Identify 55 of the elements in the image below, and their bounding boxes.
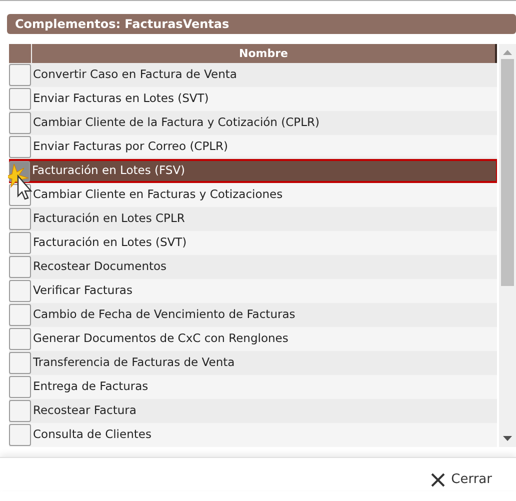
table-row[interactable]: Recostear Factura bbox=[9, 399, 497, 423]
row-label: Facturación en Lotes (FSV) bbox=[32, 162, 186, 180]
row-label: Cambiar Cliente de la Factura y Cotización (CPLR) bbox=[33, 114, 320, 132]
row-checkbox[interactable] bbox=[9, 328, 31, 350]
scrollbar[interactable] bbox=[499, 44, 516, 447]
row-checkbox[interactable] bbox=[9, 376, 31, 398]
row-checkbox[interactable] bbox=[9, 232, 31, 254]
row-label: Facturación en Lotes CPLR bbox=[33, 210, 185, 228]
row-checkbox[interactable] bbox=[9, 280, 31, 302]
row-label: Transferencia de Facturas de Venta bbox=[33, 354, 235, 372]
row-label: Enviar Facturas por Correo (CPLR) bbox=[33, 138, 228, 156]
row-checkbox[interactable] bbox=[9, 112, 31, 134]
row-label: Verificar Facturas bbox=[33, 282, 132, 300]
scrollbar-thumb[interactable] bbox=[501, 59, 514, 286]
row-checkbox[interactable] bbox=[9, 400, 31, 422]
row-checkbox[interactable] bbox=[9, 64, 31, 86]
table-row[interactable]: Consulta de Clientes bbox=[9, 423, 497, 447]
table-row[interactable]: Convertir Caso en Factura de Venta bbox=[9, 63, 497, 87]
row-label: Cambio de Fecha de Vencimiento de Facturas bbox=[33, 306, 296, 324]
row-label: Entrega de Facturas bbox=[33, 378, 148, 396]
column-header[interactable]: Nombre bbox=[32, 44, 497, 63]
row-checkbox[interactable] bbox=[9, 424, 31, 446]
row-checkbox[interactable] bbox=[9, 304, 31, 326]
table-row[interactable]: Verificar Facturas bbox=[9, 279, 497, 303]
close-icon bbox=[430, 472, 446, 488]
row-label: Facturación en Lotes (SVT) bbox=[33, 234, 187, 252]
header-cell bbox=[9, 44, 32, 63]
table-row[interactable]: Entrega de Facturas bbox=[9, 375, 497, 399]
panel-title: Complementos: FacturasVentas bbox=[7, 14, 516, 34]
table-row[interactable]: Enviar Facturas en Lotes (SVT) bbox=[9, 87, 497, 111]
row-checkbox[interactable] bbox=[9, 88, 31, 110]
row-label: Cambiar Cliente en Facturas y Cotizaciones bbox=[33, 186, 283, 204]
row-label: Consulta de Clientes bbox=[33, 426, 152, 444]
table-row[interactable]: Generar Documentos de CxC con Renglones bbox=[9, 327, 497, 351]
row-label: Generar Documentos de CxC con Renglones bbox=[33, 330, 288, 348]
close-button[interactable]: Cerrar bbox=[430, 470, 492, 490]
row-checkbox[interactable] bbox=[9, 136, 31, 158]
table-row[interactable]: Facturación en Lotes (SVT) bbox=[9, 231, 497, 255]
table-row[interactable]: Recostear Documentos bbox=[9, 255, 497, 279]
table-row[interactable]: Transferencia de Facturas de Venta bbox=[9, 351, 497, 375]
row-label: Convertir Caso en Factura de Venta bbox=[33, 66, 237, 84]
table-row[interactable]: Cambio de Fecha de Vencimiento de Facturas bbox=[9, 303, 497, 327]
row-checkbox[interactable] bbox=[9, 352, 31, 374]
table-row[interactable]: Facturación en Lotes (FSV) bbox=[9, 159, 497, 183]
table-row[interactable]: Facturación en Lotes CPLR bbox=[9, 207, 497, 231]
row-label: Enviar Facturas en Lotes (SVT) bbox=[33, 90, 209, 108]
table-row[interactable]: Cambiar Cliente en Facturas y Cotizaciones bbox=[9, 183, 497, 207]
scroll-up-icon[interactable] bbox=[503, 50, 512, 55]
row-label: Recostear Factura bbox=[33, 402, 136, 420]
row-checkbox[interactable] bbox=[9, 256, 31, 278]
row-checkbox[interactable] bbox=[9, 208, 31, 230]
scroll-down-icon[interactable] bbox=[503, 436, 512, 441]
table-row[interactable]: Enviar Facturas por Correo (CPLR) bbox=[9, 135, 497, 159]
row-label: Recostear Documentos bbox=[33, 258, 167, 276]
table-row[interactable]: Cambiar Cliente de la Factura y Cotización (CPLR) bbox=[9, 111, 497, 135]
